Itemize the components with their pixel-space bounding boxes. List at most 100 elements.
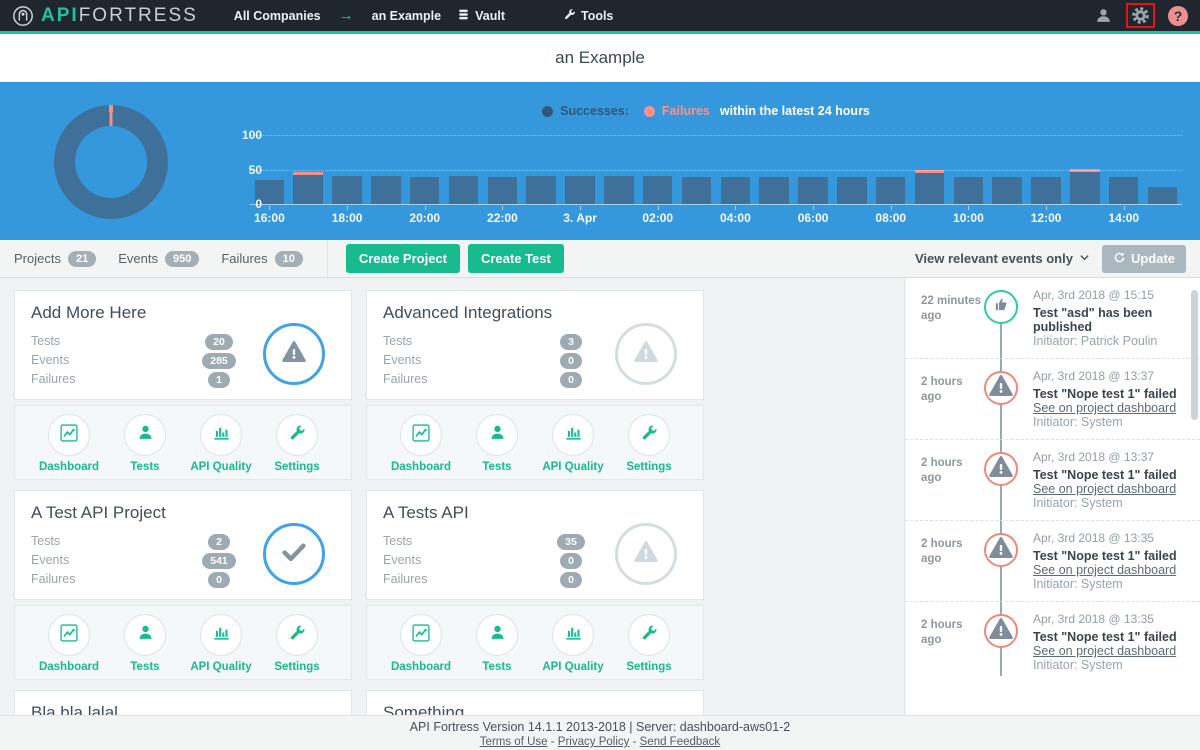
- project-stat-label: Failures: [383, 572, 533, 586]
- create-project-button[interactable]: Create Project: [346, 244, 460, 273]
- x-axis-tick: 02:00: [642, 211, 673, 225]
- user-icon[interactable]: [1094, 6, 1113, 25]
- timeline-event: 2 hours agoApr, 3rd 2018 @ 13:37Test "No…: [905, 439, 1200, 520]
- project-action-settings[interactable]: Settings: [266, 614, 328, 679]
- bar-successes-segment: [798, 177, 828, 204]
- project-card[interactable]: A Tests APITests35Events0Failures0: [366, 490, 704, 600]
- project-action-settings[interactable]: Settings: [618, 614, 680, 679]
- project-card[interactable]: Bla bla lalal: [14, 690, 352, 715]
- project-action-api-quality[interactable]: API Quality: [542, 414, 604, 479]
- project-status-circle[interactable]: [615, 323, 677, 385]
- nav-label: All Companies: [234, 9, 321, 23]
- warning-icon: [988, 616, 1014, 647]
- scrollbar-thumb[interactable]: [1191, 290, 1198, 420]
- toolbar-row: Projects 21 Events 950 Failures 10 Creat…: [0, 240, 1200, 278]
- bar-column-22:00: [483, 135, 522, 204]
- project-action-api-quality[interactable]: API Quality: [190, 614, 252, 679]
- project-action-dashboard[interactable]: Dashboard: [38, 614, 100, 679]
- line-chart-icon: [59, 423, 79, 448]
- x-axis-tick-mark: [1124, 206, 1125, 210]
- bar-successes-segment: [721, 177, 751, 204]
- stat-events: Events 950: [118, 251, 199, 267]
- relevant-events-filter[interactable]: View relevant events only: [915, 251, 1090, 266]
- wrench-icon: [640, 424, 658, 447]
- bar-column-20:00: [405, 135, 444, 204]
- nav-item-all-companies[interactable]: All Companies: [234, 9, 321, 23]
- event-time-ago: 2 hours ago: [921, 369, 983, 429]
- event-date: Apr, 3rd 2018 @ 15:15: [1033, 288, 1192, 302]
- project-failures-badge: 1: [208, 372, 230, 388]
- event-date: Apr, 3rd 2018 @ 13:37: [1033, 369, 1192, 383]
- action-label: Dashboard: [391, 461, 451, 473]
- project-action-settings[interactable]: Settings: [618, 414, 680, 479]
- page-title: an Example: [555, 48, 645, 68]
- action-circle: [200, 614, 242, 656]
- event-title: Test "Nope test 1" failed: [1033, 387, 1192, 401]
- bar-column-19:00: [366, 135, 405, 204]
- bar-02:00: [643, 176, 673, 204]
- feedback-link[interactable]: Send Feedback: [640, 736, 721, 748]
- event-status-circle: [984, 290, 1018, 324]
- bar-successes-segment: [371, 176, 401, 204]
- project-action-tests[interactable]: Tests: [466, 614, 528, 679]
- project-status-circle[interactable]: [263, 523, 325, 585]
- project-card[interactable]: A Test API ProjectTests2Events541Failure…: [14, 490, 352, 600]
- event-dashboard-link[interactable]: See on project dashboard: [1033, 563, 1192, 577]
- event-body: Apr, 3rd 2018 @ 15:15Test "asd" has been…: [1019, 288, 1192, 348]
- project-action-dashboard[interactable]: Dashboard: [38, 414, 100, 479]
- action-circle: [400, 414, 442, 456]
- project-card[interactable]: Something: [366, 690, 704, 715]
- bar-column-23:00: [522, 135, 561, 204]
- project-action-settings[interactable]: Settings: [266, 414, 328, 479]
- x-axis-labels: 16:0018:0020:0022:003. Apr02:0004:0006:0…: [250, 206, 1182, 230]
- event-time-ago: 2 hours ago: [921, 450, 983, 510]
- bar-column-03:00: [677, 135, 716, 204]
- project-action-dashboard[interactable]: Dashboard: [390, 614, 452, 679]
- privacy-link[interactable]: Privacy Policy: [558, 736, 630, 748]
- nav-label: Vault: [475, 9, 505, 23]
- x-axis-tick: 06:00: [798, 211, 829, 225]
- bar-successes-segment: [565, 176, 595, 204]
- project-action-tests[interactable]: Tests: [466, 414, 528, 479]
- project-action-api-quality[interactable]: API Quality: [542, 614, 604, 679]
- bar-column-12:00: [1027, 135, 1066, 204]
- update-button[interactable]: Update: [1102, 245, 1186, 273]
- project-card-title: Advanced Integrations: [383, 303, 687, 323]
- bar-06:00: [798, 177, 828, 204]
- line-chart-icon: [59, 623, 79, 648]
- project-stat-badge-wrap: 0: [533, 370, 609, 388]
- bar-column-14:00: [1104, 135, 1143, 204]
- publish-hand-icon: [993, 296, 1010, 318]
- gear-icon[interactable]: [1126, 3, 1155, 28]
- project-card[interactable]: Add More HereTests20Events285Failures1: [14, 290, 352, 400]
- bar-00:00: [565, 176, 595, 204]
- action-label: Settings: [626, 661, 671, 673]
- event-dashboard-link[interactable]: See on project dashboard: [1033, 401, 1192, 415]
- event-dashboard-link[interactable]: See on project dashboard: [1033, 644, 1192, 658]
- help-icon[interactable]: ?: [1168, 6, 1188, 26]
- x-axis-tick-mark: [269, 206, 270, 210]
- project-card-block: SomethingDashboardTestsAPI QualitySettin…: [366, 690, 704, 715]
- project-status-circle[interactable]: [263, 323, 325, 385]
- terms-link[interactable]: Terms of Use: [480, 736, 548, 748]
- project-action-tests[interactable]: Tests: [114, 614, 176, 679]
- project-card[interactable]: Advanced IntegrationsTests3Events0Failur…: [366, 290, 704, 400]
- nav-item-tools[interactable]: Tools: [563, 8, 613, 24]
- event-dashboard-link[interactable]: See on project dashboard: [1033, 482, 1192, 496]
- project-action-dashboard[interactable]: Dashboard: [390, 414, 452, 479]
- project-card-actions: Dashboard TestsAPI QualitySettings: [366, 405, 704, 480]
- bar-successes-segment: [1070, 172, 1100, 204]
- project-action-api-quality[interactable]: API Quality: [190, 414, 252, 479]
- nav-item-an-example[interactable]: an Example: [372, 9, 441, 23]
- nav-item-vault[interactable]: Vault: [457, 8, 505, 24]
- project-action-tests[interactable]: Tests: [114, 414, 176, 479]
- donut-chart: [54, 105, 168, 219]
- project-status-circle[interactable]: [615, 523, 677, 585]
- bar-successes-segment: [1031, 177, 1061, 204]
- event-icon-column: [983, 531, 1019, 591]
- event-icon-column: [983, 450, 1019, 510]
- apifortress-logo[interactable]: APIFORTRESS: [12, 5, 198, 27]
- chevron-down-icon: [1079, 251, 1090, 266]
- timeline-event: 2 hours agoApr, 3rd 2018 @ 13:35Test "No…: [905, 601, 1200, 682]
- create-test-button[interactable]: Create Test: [468, 244, 564, 273]
